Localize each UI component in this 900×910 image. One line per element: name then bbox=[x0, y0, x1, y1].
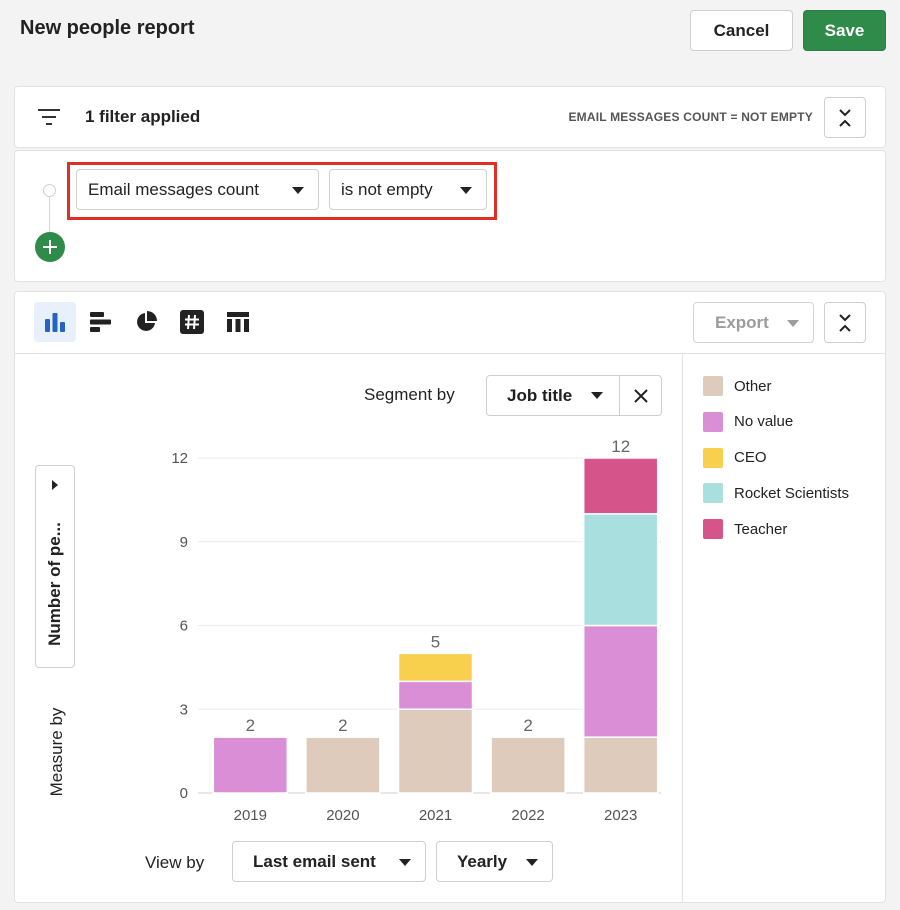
legend-item: Teacher bbox=[703, 518, 787, 540]
bar-segment bbox=[582, 736, 659, 794]
bar-total-label: 2 bbox=[338, 716, 347, 735]
legend-item: CEO bbox=[703, 447, 767, 469]
x-tick-label: 2019 bbox=[234, 807, 267, 824]
legend-item: No value bbox=[703, 411, 793, 433]
y-tick-label: 3 bbox=[180, 701, 188, 718]
period-dropdown[interactable]: Yearly bbox=[436, 841, 553, 882]
bar-segment bbox=[212, 736, 289, 794]
bar-total-label: 12 bbox=[611, 437, 630, 456]
bar-segment bbox=[582, 457, 659, 515]
legend-swatch bbox=[703, 411, 723, 432]
filter-node-dot bbox=[43, 184, 56, 197]
top-bar: New people report Cancel Save bbox=[0, 0, 900, 62]
collapse-filter-button[interactable] bbox=[824, 97, 866, 138]
add-filter-button[interactable] bbox=[35, 232, 65, 262]
legend-item: Other bbox=[703, 375, 772, 397]
caret-down-icon bbox=[399, 859, 411, 866]
filter-count: 1 filter applied bbox=[85, 107, 201, 126]
caret-down-icon bbox=[460, 187, 472, 194]
legend-label: Rocket Scientists bbox=[734, 484, 850, 502]
export-label: Export bbox=[715, 312, 769, 332]
legend-swatch bbox=[703, 376, 723, 396]
bar-segment bbox=[397, 708, 474, 794]
x-tick-label: 2022 bbox=[511, 807, 544, 824]
filter-summary: EMAIL MESSAGES COUNT = NOT EMPTY bbox=[568, 110, 813, 124]
save-button[interactable]: Save bbox=[803, 10, 886, 51]
bar-segment bbox=[305, 736, 381, 794]
y-tick-label: 6 bbox=[180, 618, 188, 635]
y-tick-label: 0 bbox=[180, 785, 188, 802]
export-button[interactable]: Export bbox=[693, 302, 814, 343]
bar-total-label: 2 bbox=[246, 716, 255, 735]
bar-segment bbox=[397, 680, 474, 711]
legend-label: No value bbox=[734, 413, 794, 431]
collapse-icon bbox=[839, 313, 851, 332]
page-title: New people report bbox=[20, 17, 195, 39]
y-tick-label: 12 bbox=[171, 450, 188, 467]
legend-swatch bbox=[703, 447, 723, 468]
filter-icon[interactable] bbox=[37, 107, 61, 127]
filter-operator-value: is not empty bbox=[341, 179, 433, 199]
plus-icon bbox=[43, 240, 57, 254]
view-by-value: Last email sent bbox=[253, 851, 376, 871]
bar-segment bbox=[582, 513, 659, 627]
x-tick-label: 2020 bbox=[326, 807, 359, 824]
collapse-chart-button[interactable] bbox=[824, 302, 866, 343]
legend-label: Teacher bbox=[734, 520, 788, 538]
filter-header: 1 filter applied EMAIL MESSAGES COUNT = … bbox=[14, 86, 886, 148]
collapse-icon bbox=[839, 108, 851, 127]
view-by-dropdown[interactable]: Last email sent bbox=[232, 841, 426, 882]
x-tick-label: 2023 bbox=[604, 807, 637, 824]
filter-field-dropdown[interactable]: Email messages count bbox=[76, 169, 319, 210]
caret-down-icon bbox=[526, 859, 538, 866]
stacked-column-chart: 0 3 6 9 12 2 2019 2 2020 5 2021 2 2022 12 2023 bbox=[171, 437, 661, 824]
legend-swatch bbox=[703, 483, 723, 504]
legend-label: Other bbox=[734, 377, 772, 395]
legend-swatch bbox=[703, 519, 723, 540]
caret-down-icon bbox=[292, 187, 304, 194]
legend-label: CEO bbox=[734, 449, 767, 467]
bar-segment bbox=[490, 736, 566, 794]
bar-total-label: 5 bbox=[431, 632, 440, 651]
y-tick-label: 9 bbox=[180, 534, 188, 551]
caret-down-icon bbox=[787, 320, 799, 327]
filter-panel: Email messages count is not empty bbox=[14, 150, 886, 282]
view-by-label: View by bbox=[145, 853, 205, 872]
x-tick-label: 2021 bbox=[419, 807, 452, 824]
filter-operator-dropdown[interactable]: is not empty bbox=[329, 169, 487, 210]
bar-total-label: 2 bbox=[523, 716, 532, 735]
period-value: Yearly bbox=[457, 851, 508, 871]
filter-field-value: Email messages count bbox=[88, 179, 260, 199]
filter-connector-line bbox=[49, 197, 50, 237]
bar-segment bbox=[397, 652, 474, 683]
bar-segment bbox=[582, 624, 659, 738]
cancel-button[interactable]: Cancel bbox=[690, 10, 793, 51]
chart-panel: Export Segment by Job title Number of pe… bbox=[14, 291, 886, 903]
legend-item: Rocket Scientists bbox=[703, 482, 849, 504]
